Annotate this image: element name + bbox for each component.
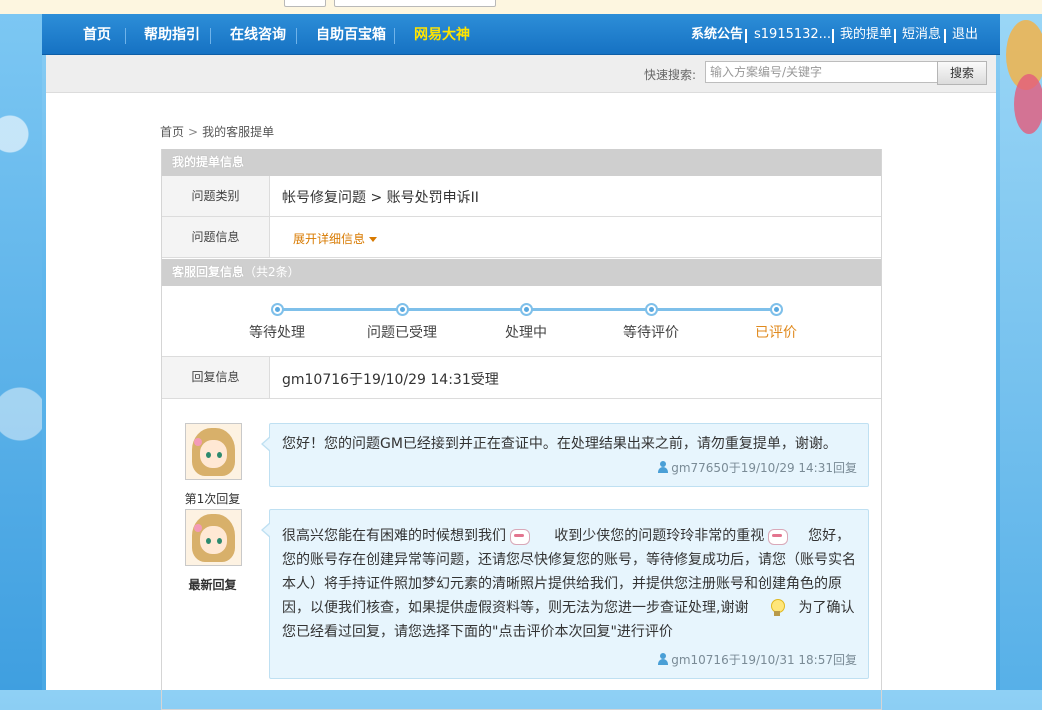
nav-item-home[interactable]: 首页	[83, 14, 111, 54]
main-content: 首页 > 我的客服提单 我的提单信息 问题类别 帐号修复问题 > 账号处罚申诉II …	[46, 93, 996, 710]
reply-info-value: gm10716于19/10/29 14:31受理	[282, 372, 499, 388]
reply-2-caption: 最新回复	[188, 578, 237, 592]
step-evaluated: 已评价	[755, 325, 797, 341]
reply-1-bubble: 您好！您的问题GM已经接到并正在查证中。在处理结果出来之前，请勿重复提单，谢谢。…	[261, 423, 869, 487]
progress-dot	[520, 303, 533, 316]
progress-dot	[396, 303, 409, 316]
step-processing: 处理中	[505, 325, 547, 341]
quick-search-label: 快速搜索:	[644, 68, 697, 82]
username-link[interactable]: s1915132...	[754, 14, 831, 54]
search-input[interactable]: 输入方案编号/关键字	[705, 61, 939, 83]
reply-2-text-2: 收到少侠您的问题玲玲非常的重视	[554, 528, 765, 544]
reply-2-message: 很高兴您能在有困难的时候想到我们 收到少侠您的问题玲玲非常的重视 您好，您的账号…	[282, 524, 858, 644]
reply-2-meta: gm10716于19/10/31 18:57回复	[657, 651, 857, 668]
reply-info-title: 客服回复信息	[172, 265, 245, 279]
problem-info-label: 问题信息	[162, 217, 270, 257]
problem-info-row: 问题信息 展开详细信息	[162, 217, 881, 258]
step-waiting-evaluation: 等待评价	[623, 325, 679, 341]
background-decoration-left	[0, 14, 42, 690]
user-icon	[657, 461, 669, 473]
background-decoration-right	[1000, 14, 1042, 690]
ticket-info-header: 我的提单信息	[162, 149, 881, 176]
lightbulb-icon	[770, 599, 786, 617]
gm-avatar	[185, 509, 242, 566]
breadcrumb-separator: >	[188, 125, 199, 139]
messages-link[interactable]: 短消息	[902, 14, 941, 54]
breadcrumb-home[interactable]: 首页	[160, 125, 184, 139]
nav-separator	[394, 28, 395, 44]
progress-dot	[271, 303, 284, 316]
system-notice-link[interactable]: 系统公告	[691, 14, 743, 54]
nav-item-online-consult[interactable]: 在线咨询	[230, 14, 286, 54]
reply-1-meta: gm77650于19/10/29 14:31回复	[657, 459, 857, 476]
progress-dot	[770, 303, 783, 316]
nav-item-self-service[interactable]: 自助百宝箱	[316, 14, 386, 54]
browser-top-strip	[0, 0, 1042, 15]
step-accepted: 问题已受理	[367, 325, 437, 341]
user-icon	[657, 653, 669, 665]
logout-link[interactable]: 退出	[952, 14, 978, 54]
my-tickets-link[interactable]: 我的提单	[840, 14, 892, 54]
breadcrumb-current: 我的客服提单	[202, 125, 275, 139]
reply-2-meta-text: gm10716于19/10/31 18:57回复	[671, 653, 857, 667]
reply-2-bubble: 很高兴您能在有困难的时候想到我们 收到少侠您的问题玲玲非常的重视 您好，您的账号…	[261, 509, 869, 679]
top-control-box[interactable]	[284, 0, 326, 7]
reply-count: （共2条）	[244, 265, 300, 279]
progress-row: 等待处理 问题已受理 处理中 等待评价 已评价	[162, 286, 881, 357]
nav-separator	[210, 28, 211, 44]
reply-info-row: 回复信息 gm10716于19/10/29 14:31受理	[162, 357, 881, 399]
reply-1-caption: 第1次回复	[184, 492, 241, 506]
step-waiting: 等待处理	[249, 325, 305, 341]
category-value: 帐号修复问题 > 账号处罚申诉II	[282, 190, 479, 206]
nav-item-help-guide[interactable]: 帮助指引	[144, 14, 200, 54]
gm-avatar	[185, 423, 242, 480]
reply-info-label: 回复信息	[162, 357, 270, 398]
ticket-panel: 我的提单信息 问题类别 帐号修复问题 > 账号处罚申诉II 问题信息 展开详细信…	[161, 149, 882, 710]
top-control-input[interactable]	[334, 0, 496, 7]
nav-separator	[296, 28, 297, 44]
breadcrumb: 首页 > 我的客服提单	[160, 123, 274, 140]
category-row: 问题类别 帐号修复问题 > 账号处罚申诉II	[162, 176, 881, 217]
expand-details-text: 展开详细信息	[293, 232, 366, 246]
category-label: 问题类别	[162, 176, 270, 216]
nav-separator	[125, 28, 126, 44]
caret-down-icon	[369, 236, 378, 242]
reply-1-meta-text: gm77650于19/10/29 14:31回复	[671, 461, 857, 475]
search-button[interactable]: 搜索	[937, 61, 987, 85]
quick-search-bar: 快速搜索: 输入方案编号/关键字 搜索	[46, 55, 996, 93]
reply-2-text-1: 很高兴您能在有困难的时候想到我们	[282, 528, 506, 544]
expand-details-link[interactable]: 展开详细信息	[293, 230, 378, 247]
ticket-info-title: 我的提单信息	[172, 155, 245, 169]
reply-info-header: 客服回复信息（共2条）	[162, 259, 881, 286]
nav-right-separator	[745, 29, 747, 43]
nav-right-separator	[944, 29, 946, 43]
progress-dot	[645, 303, 658, 316]
nav-right-separator	[832, 29, 834, 43]
emoticon-icon	[508, 527, 530, 545]
emoticon-icon	[766, 527, 789, 545]
character-art-detail	[1014, 74, 1042, 134]
nav-right-separator	[894, 29, 896, 43]
main-nav-bar: 首页 帮助指引 在线咨询 自助百宝箱 网易大神 系统公告 s1915132...…	[42, 14, 1000, 55]
reply-1-message: 您好！您的问题GM已经接到并正在查证中。在处理结果出来之前，请勿重复提单，谢谢。	[282, 436, 837, 452]
nav-item-netease-dashen[interactable]: 网易大神	[414, 14, 470, 54]
